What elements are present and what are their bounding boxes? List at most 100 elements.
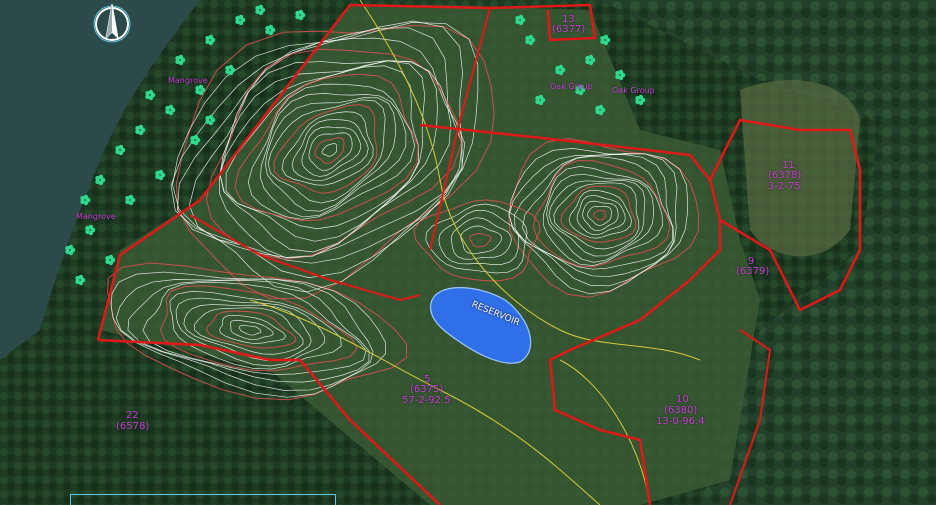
label-oak-group: Oak Group xyxy=(550,82,593,91)
tree-leaf xyxy=(98,174,104,180)
tree-leaf xyxy=(178,54,184,60)
lot-center-area: 57-2-92.5 xyxy=(402,395,451,406)
lot-10-id: (6380) xyxy=(664,405,698,416)
tree-symbol xyxy=(165,104,176,116)
tree-symbol xyxy=(635,94,646,106)
tree-leaf xyxy=(158,169,164,175)
tree-leaf xyxy=(638,94,644,100)
tree-leaf xyxy=(598,104,604,110)
tree-leaf xyxy=(588,54,594,60)
tree-symbol xyxy=(135,124,146,136)
contour-line xyxy=(265,97,396,212)
contour-line xyxy=(219,314,287,344)
tree-symbol xyxy=(235,14,246,26)
contour-line xyxy=(460,225,503,255)
tree-leaf xyxy=(518,14,524,20)
tree-leaf xyxy=(68,244,74,250)
tree-leaf xyxy=(603,34,609,40)
tree-leaf xyxy=(168,104,174,110)
tree-symbol xyxy=(535,94,546,106)
contour-line xyxy=(169,290,342,370)
tree-symbol xyxy=(600,34,611,46)
tree-symbol xyxy=(585,54,596,66)
tree-symbol xyxy=(65,244,76,256)
tree-symbol xyxy=(295,9,306,21)
tree-leaf xyxy=(258,4,264,10)
tree-leaf xyxy=(558,64,564,70)
lot-11-id: (6378) xyxy=(768,170,802,181)
tree-leaf xyxy=(193,134,199,140)
tree-symbol xyxy=(105,254,116,266)
contour-line xyxy=(177,27,463,264)
title-block-frame xyxy=(70,494,336,505)
label-mangrove: Mangrove xyxy=(168,76,208,85)
tree-leaf xyxy=(88,224,94,230)
contour-line xyxy=(273,104,378,194)
contour-line xyxy=(106,262,408,401)
label-mangrove: Mangrove xyxy=(76,212,116,221)
contour-line xyxy=(592,209,607,221)
tree-symbol xyxy=(115,144,126,156)
tree-symbol xyxy=(125,194,136,206)
tree-symbol xyxy=(615,69,626,81)
tree-symbol xyxy=(155,169,166,181)
tree-symbol xyxy=(190,134,201,146)
tree-symbol xyxy=(145,89,156,101)
property-boundary xyxy=(97,338,441,505)
lot-22-number: 22 xyxy=(126,410,139,421)
tree-symbol xyxy=(525,34,536,46)
tree-leaf xyxy=(148,89,154,95)
contour-line xyxy=(239,324,262,336)
tree-leaf xyxy=(238,14,244,20)
tree-symbol xyxy=(85,224,96,236)
lot-center-id: (6375) xyxy=(410,384,444,395)
tree-leaf xyxy=(298,9,304,15)
tree-leaf xyxy=(108,254,114,260)
lot-9-id: (6379) xyxy=(736,266,770,277)
contour-line xyxy=(219,60,452,259)
contour-line xyxy=(451,217,512,260)
tree-symbol xyxy=(255,4,266,16)
tree-leaf xyxy=(208,114,214,120)
lot-10-area: 13-0-96.4 xyxy=(656,416,705,427)
tree-symbol xyxy=(515,14,526,26)
contour-line xyxy=(321,143,337,157)
contour-line xyxy=(514,154,675,278)
property-boundary xyxy=(708,118,862,312)
tree-leaf xyxy=(208,34,214,40)
tree-leaf xyxy=(538,94,544,100)
contour-line xyxy=(175,297,325,367)
lot-22-id: (6578) xyxy=(116,421,150,432)
tree-symbol xyxy=(225,64,236,76)
tree-symbol xyxy=(175,54,186,66)
tree-symbol xyxy=(265,24,276,36)
tree-leaf xyxy=(128,194,134,200)
contour-line xyxy=(469,232,492,248)
contour-line xyxy=(425,203,528,274)
lot-11-area: 3-2-75 xyxy=(768,181,801,192)
tree-symbol xyxy=(95,174,106,186)
contour-line xyxy=(508,153,678,287)
tree-leaf xyxy=(618,69,624,75)
tree-symbol xyxy=(205,114,216,126)
tree-leaf xyxy=(78,274,84,280)
property-boundary xyxy=(729,329,772,505)
tree-leaf xyxy=(198,84,204,90)
contour-line xyxy=(225,65,419,230)
tree-leaf xyxy=(528,34,534,40)
contour-line xyxy=(587,206,612,226)
contour-line xyxy=(193,307,304,355)
tree-leaf xyxy=(228,64,234,70)
lot-10-number: 10 xyxy=(676,394,689,405)
tree-leaf xyxy=(118,144,124,150)
tree-leaf xyxy=(268,24,274,30)
tree-symbol xyxy=(595,104,606,116)
label-oak-group: Oak Group xyxy=(612,86,655,95)
site-map: Mangrove Mangrove Oak Group Oak Group RE… xyxy=(0,0,936,505)
contour-line xyxy=(553,182,640,250)
tree-leaf xyxy=(83,194,89,200)
contour-line xyxy=(568,189,632,239)
tree-symbol xyxy=(555,64,566,76)
lot-top-id: (6377) xyxy=(552,24,586,35)
tree-symbol xyxy=(75,274,86,286)
